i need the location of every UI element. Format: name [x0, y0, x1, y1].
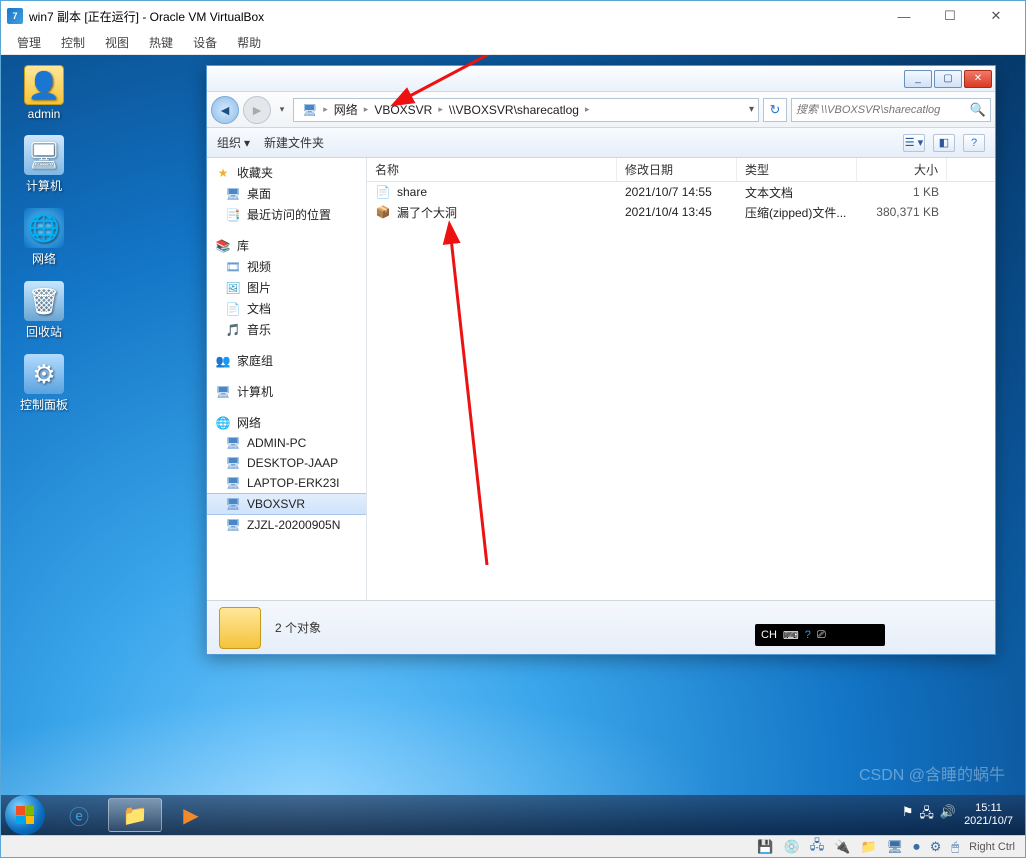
vbox-titlebar: 7 win7 副本 [正在运行] - Oracle VM VirtualBox …: [1, 1, 1025, 31]
toolbar-new-folder[interactable]: 新建文件夹: [264, 134, 324, 151]
nav-videos[interactable]: 视频: [247, 258, 271, 275]
column-name[interactable]: 名称: [367, 158, 617, 181]
nav-pictures[interactable]: 图片: [247, 279, 271, 296]
toolbar-view-icon[interactable]: ☰ ▾: [903, 134, 925, 152]
desktop-icon-controlpanel[interactable]: ⚙控制面板: [9, 354, 79, 413]
navigation-pane[interactable]: ★收藏夹 🖥桌面 📑最近访问的位置 📚库 🎞视频 🖼图片 📄文档 🎵音乐 👥家庭…: [207, 158, 367, 600]
tray-clock[interactable]: 15:11 2021/10/7: [964, 802, 1013, 828]
vbox-minimize-button[interactable]: —: [881, 2, 927, 30]
column-type[interactable]: 类型: [737, 158, 857, 181]
breadcrumb-seg-vboxsvr[interactable]: VBOXSVR: [370, 103, 436, 117]
vbox-recording-icon[interactable]: ⏺: [913, 839, 920, 855]
vbox-maximize-button[interactable]: ☐: [927, 2, 973, 30]
column-modified[interactable]: 修改日期: [617, 158, 737, 181]
nav-net-desktop[interactable]: DESKTOP-JAAP: [247, 456, 338, 470]
nav-libraries[interactable]: 库: [237, 237, 249, 254]
nav-back-button[interactable]: ◄: [211, 96, 239, 124]
explorer-status-bar: 2 个对象 CH⌨?⎚: [207, 600, 995, 654]
taskbar[interactable]: ⓔ 📁 ▶ ⚑ 🖧 🔊 15:11 2021/10/7: [1, 795, 1025, 835]
taskbar-ie-icon[interactable]: ⓔ: [52, 798, 106, 832]
vbox-disk-icon[interactable]: 💾: [757, 839, 773, 855]
breadcrumb-seg-network[interactable]: 网络: [330, 101, 362, 118]
file-row-share[interactable]: 📄share 2021/10/7 14:55 文本文档 1 KB: [367, 182, 995, 202]
tray-network-icon[interactable]: 🖧: [919, 804, 934, 826]
vbox-status-bar: 💾 💿 🖧 🔌 📁 🖥 ⏺ ⚙ 🖱 Right Ctrl: [1, 835, 1025, 857]
explorer-window: _ ▢ ✕ ◄ ► ▾ 🖥▸ 网络▸ VBOXSVR▸ \\VBOXSVR\sh…: [206, 65, 996, 655]
breadcrumb[interactable]: 🖥▸ 网络▸ VBOXSVR▸ \\VBOXSVR\sharecatlog▸ ▾: [293, 98, 759, 122]
toolbar-preview-icon[interactable]: ◧: [933, 134, 955, 152]
taskbar-wmp-icon[interactable]: ▶: [164, 798, 218, 832]
guest-desktop[interactable]: 👤admin 🖥计算机 🌐网络 🗑回收站 ⚙控制面板 _ ▢ ✕ ◄ ► ▾ 🖥…: [1, 55, 1025, 835]
vbox-title: win7 副本 [正在运行] - Oracle VM VirtualBox: [29, 8, 881, 25]
toolbar-help-icon[interactable]: ?: [963, 134, 985, 152]
nav-history-dropdown[interactable]: ▾: [275, 104, 289, 115]
vbox-host-key: Right Ctrl: [969, 841, 1015, 853]
file-list-header[interactable]: 名称 修改日期 类型 大小: [367, 158, 995, 182]
explorer-titlebar[interactable]: _ ▢ ✕: [207, 66, 995, 92]
status-folder-icon: [219, 607, 261, 649]
taskbar-explorer-icon[interactable]: 📁: [108, 798, 162, 832]
nav-net-zjzl[interactable]: ZJZL-20200905N: [247, 518, 340, 532]
vbox-mouse-icon[interactable]: 🖱: [951, 839, 959, 855]
vbox-menu-view[interactable]: 视图: [97, 32, 137, 53]
nav-documents[interactable]: 文档: [247, 300, 271, 317]
refresh-button[interactable]: ↻: [763, 98, 787, 122]
text-file-icon: 📄: [375, 184, 391, 200]
vbox-usb-icon[interactable]: 🔌: [834, 839, 850, 855]
explorer-close-button[interactable]: ✕: [964, 70, 992, 88]
vbox-close-button[interactable]: ✕: [973, 2, 1019, 30]
desktop-icon-network[interactable]: 🌐网络: [9, 208, 79, 267]
search-icon[interactable]: 🔍: [970, 102, 986, 118]
search-input[interactable]: [796, 104, 970, 116]
vbox-menu-devices[interactable]: 设备: [185, 32, 225, 53]
vbox-menu-manage[interactable]: 管理: [9, 32, 49, 53]
nav-recent[interactable]: 最近访问的位置: [247, 206, 331, 223]
file-row-zip[interactable]: 📦漏了个大洞 2021/10/4 13:45 压缩(zipped)文件... 3…: [367, 202, 995, 222]
nav-net-laptop[interactable]: LAPTOP-ERK23I: [247, 476, 339, 490]
nav-forward-button[interactable]: ►: [243, 96, 271, 124]
vbox-menu-help[interactable]: 帮助: [229, 32, 269, 53]
explorer-toolbar: 组织 ▾ 新建文件夹 ☰ ▾ ◧ ?: [207, 128, 995, 158]
breadcrumb-seg-share[interactable]: \\VBOXSVR\sharecatlog: [445, 103, 583, 117]
vbox-display-icon[interactable]: 🖥: [887, 839, 904, 855]
nav-net-vboxsvr[interactable]: VBOXSVR: [247, 497, 305, 511]
desktop-icon-admin[interactable]: 👤admin: [9, 65, 79, 121]
explorer-minimize-button[interactable]: _: [904, 70, 932, 88]
nav-network[interactable]: 网络: [237, 414, 261, 431]
system-tray[interactable]: ⚑ 🖧 🔊 15:11 2021/10/7: [902, 802, 1021, 828]
nav-computer[interactable]: 计算机: [237, 383, 273, 400]
nav-music[interactable]: 音乐: [247, 321, 271, 338]
vbox-menu-bar: 管理 控制 视图 热键 设备 帮助: [1, 31, 1025, 55]
vbox-shared-icon[interactable]: 📁: [860, 839, 876, 855]
desktop-icon-recyclebin[interactable]: 🗑回收站: [9, 281, 79, 340]
vbox-menu-control[interactable]: 控制: [53, 32, 93, 53]
nav-net-adminpc[interactable]: ADMIN-PC: [247, 436, 306, 450]
vbox-cpu-icon[interactable]: ⚙: [930, 839, 942, 855]
vbox-menu-hotkey[interactable]: 热键: [141, 32, 181, 53]
explorer-maximize-button[interactable]: ▢: [934, 70, 962, 88]
tray-volume-icon[interactable]: 🔊: [940, 804, 956, 826]
nav-favorites[interactable]: 收藏夹: [237, 164, 273, 181]
nav-homegroup[interactable]: 家庭组: [237, 352, 273, 369]
column-size[interactable]: 大小: [857, 158, 947, 181]
desktop-icon-computer[interactable]: 🖥计算机: [9, 135, 79, 194]
zip-file-icon: 📦: [375, 204, 391, 220]
file-list-pane: 名称 修改日期 类型 大小 📄share 2021/10/7 14:55 文本文…: [367, 158, 995, 600]
nav-desktop[interactable]: 桌面: [247, 185, 271, 202]
vbox-app-icon: 7: [7, 8, 23, 24]
explorer-nav-bar: ◄ ► ▾ 🖥▸ 网络▸ VBOXSVR▸ \\VBOXSVR\sharecat…: [207, 92, 995, 128]
toolbar-organize[interactable]: 组织 ▾: [217, 134, 250, 151]
vbox-optical-icon[interactable]: 💿: [784, 839, 800, 855]
vbox-network-icon[interactable]: 🖧: [810, 836, 825, 858]
status-text: 2 个对象: [275, 619, 321, 636]
start-button[interactable]: [5, 795, 45, 835]
search-box[interactable]: 🔍: [791, 98, 991, 122]
watermark: CSDN @含睡的蜗牛: [859, 761, 1005, 785]
ime-toolbar[interactable]: CH⌨?⎚: [755, 624, 885, 646]
tray-flag-icon[interactable]: ⚑: [902, 804, 914, 826]
